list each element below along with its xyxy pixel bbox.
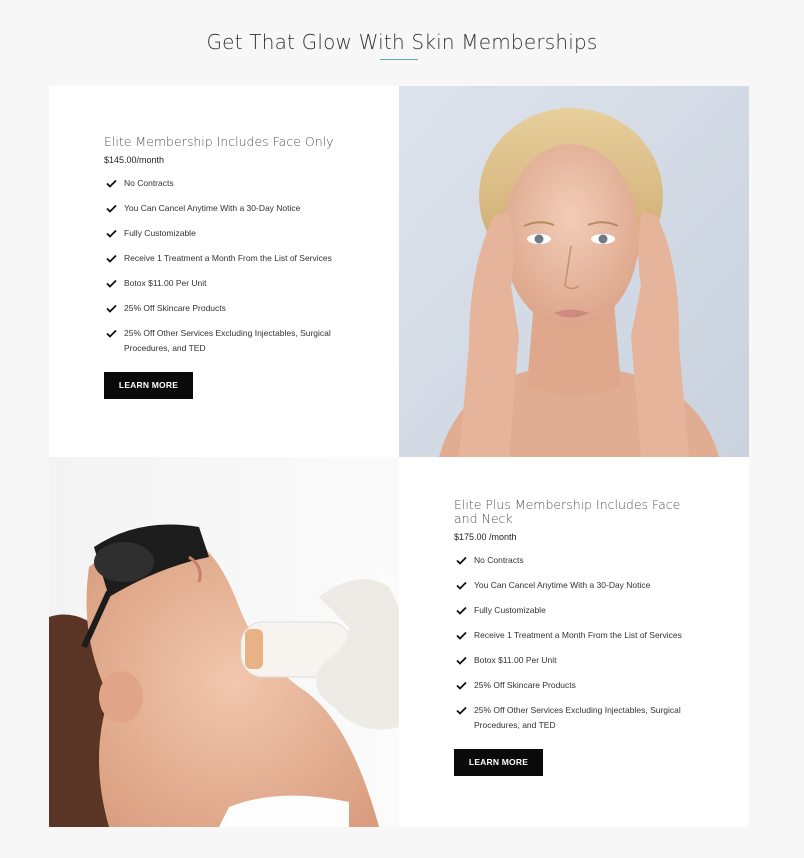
learn-more-button[interactable]: LEARN MORE xyxy=(454,749,543,776)
feature-item: Receive 1 Treatment a Month From the Lis… xyxy=(454,628,704,643)
feature-list: No Contracts You Can Cancel Anytime With… xyxy=(104,176,354,356)
feature-item: You Can Cancel Anytime With a 30-Day Not… xyxy=(104,201,354,216)
check-icon xyxy=(456,606,467,615)
check-icon xyxy=(456,681,467,690)
check-icon xyxy=(106,204,117,213)
check-icon xyxy=(106,254,117,263)
feature-item: Botox $11.00 Per Unit xyxy=(104,276,354,291)
feature-item: Fully Customizable xyxy=(104,226,354,241)
feature-item: Receive 1 Treatment a Month From the Lis… xyxy=(104,251,354,266)
feature-item: Botox $11.00 Per Unit xyxy=(454,653,704,668)
feature-item: No Contracts xyxy=(104,176,354,191)
membership-card-elite-plus: Elite Plus Membership Includes Face and … xyxy=(399,457,749,827)
check-icon xyxy=(456,581,467,590)
feature-item: No Contracts xyxy=(454,553,704,568)
woman-face-photo xyxy=(399,86,749,457)
learn-more-button[interactable]: LEARN MORE xyxy=(104,372,193,399)
section-title: Get That Glow With Skin Memberships xyxy=(206,30,598,54)
card-price: $175.00 /month xyxy=(454,532,517,542)
laser-treatment-photo xyxy=(49,457,399,827)
feature-item: You Can Cancel Anytime With a 30-Day Not… xyxy=(454,578,704,593)
feature-item: 25% Off Skincare Products xyxy=(104,301,354,316)
title-underline xyxy=(380,59,418,60)
membership-grid: Elite Membership Includes Face Only $145… xyxy=(49,86,749,827)
membership-card-elite: Elite Membership Includes Face Only $145… xyxy=(49,86,399,457)
check-icon xyxy=(106,279,117,288)
check-icon xyxy=(456,656,467,665)
check-icon xyxy=(106,229,117,238)
feature-item: 25% Off Skincare Products xyxy=(454,678,704,693)
card-title: Elite Membership Includes Face Only xyxy=(104,134,334,149)
feature-list: No Contracts You Can Cancel Anytime With… xyxy=(454,553,704,733)
check-icon xyxy=(106,179,117,188)
check-icon xyxy=(106,329,117,338)
card-price: $145.00/month xyxy=(104,155,165,165)
card-title: Elite Plus Membership Includes Face and … xyxy=(454,497,681,526)
check-icon xyxy=(456,706,467,715)
check-icon xyxy=(456,631,467,640)
feature-item: 25% Off Other Services Excluding Injecta… xyxy=(454,703,704,733)
check-icon xyxy=(106,304,117,313)
feature-item: 25% Off Other Services Excluding Injecta… xyxy=(104,326,354,356)
feature-item: Fully Customizable xyxy=(454,603,704,618)
check-icon xyxy=(456,556,467,565)
